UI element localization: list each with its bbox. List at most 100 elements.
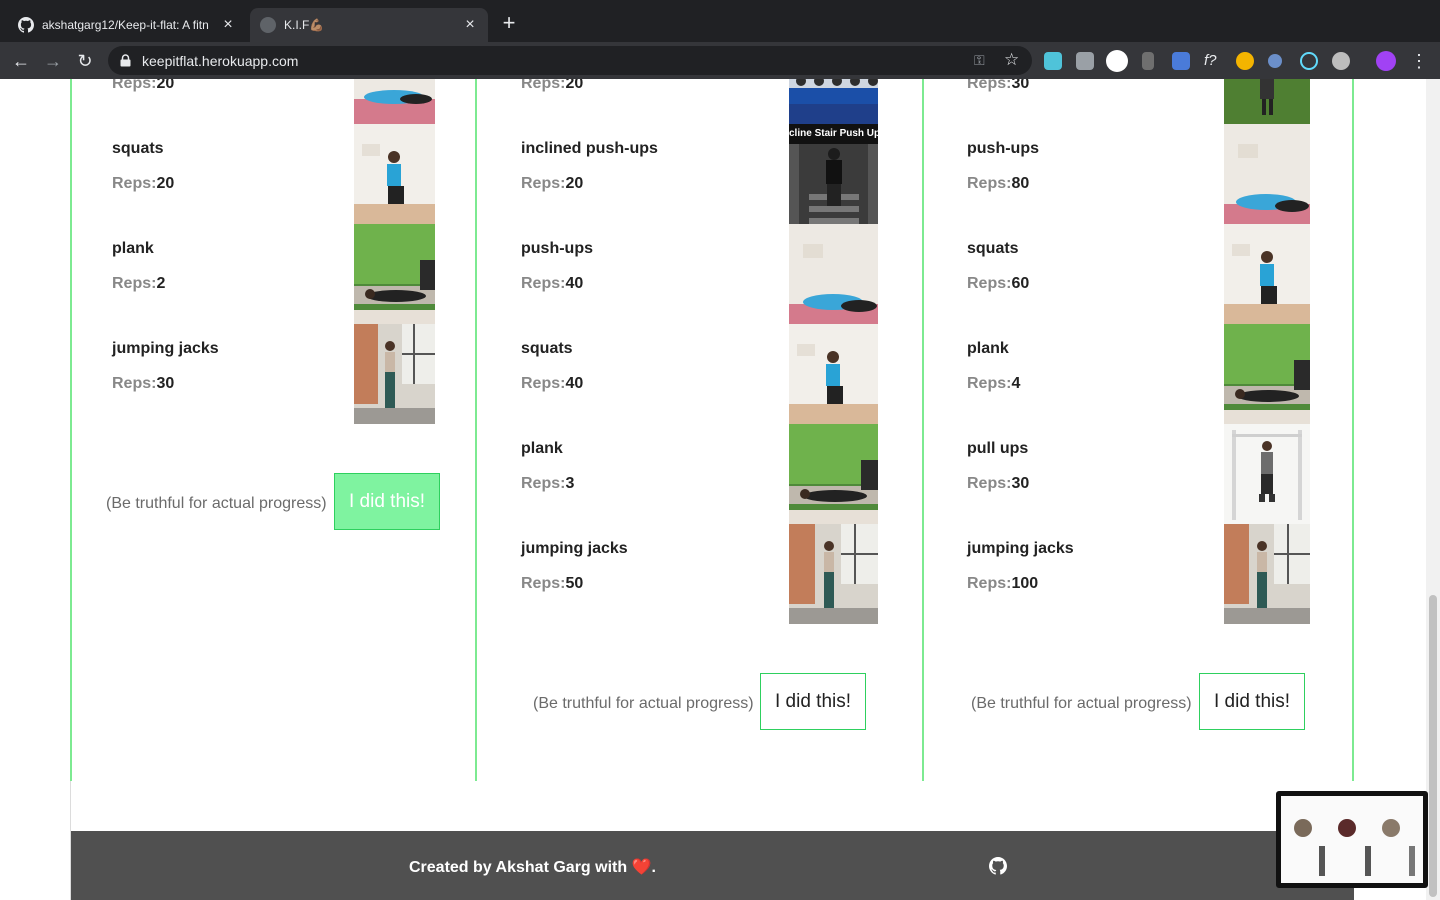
jumping-jacks-image — [354, 324, 435, 424]
reps-label: Reps: — [967, 475, 1012, 492]
scrollbar-thumb[interactable] — [1429, 595, 1437, 897]
squats-image — [789, 324, 878, 424]
plank-image — [1224, 324, 1310, 424]
reps-value: 4 — [1011, 375, 1021, 392]
reps-value: 30 — [1011, 79, 1030, 92]
exercise-name: squats — [967, 240, 1019, 257]
tab-title: akshatgarg12/Keep-it-flat: A fitn — [42, 18, 209, 32]
globe-icon — [260, 17, 276, 33]
extension-icon[interactable] — [1236, 52, 1254, 70]
plank-image — [354, 224, 435, 324]
exercise-item: push-ups Reps:40 — [521, 224, 881, 324]
json-extension-icon[interactable] — [1106, 50, 1128, 72]
address-bar[interactable]: keepitflat.herokuapp.com ⚿ ☆ — [108, 46, 1032, 75]
footer-credit: Created by Akshat Garg with ❤️. — [409, 859, 656, 876]
i-did-this-button[interactable]: I did this! — [760, 673, 866, 730]
page-scrollbar[interactable] — [1426, 79, 1440, 900]
react-devtools-icon[interactable] — [1300, 52, 1318, 70]
reps-label: Reps: — [967, 175, 1012, 192]
workout-column-3: Reps:30 push-ups Reps:80 squats Reps:60 … — [922, 79, 1354, 781]
reps-label: Reps: — [521, 79, 566, 92]
extension-icon[interactable] — [1142, 52, 1154, 70]
exercise-item: squats Reps:20 — [112, 124, 437, 224]
reps-label: Reps: — [521, 375, 566, 392]
close-icon[interactable]: × — [462, 17, 478, 33]
reps-value: 20 — [156, 175, 175, 192]
browser-tabbar: akshatgarg12/Keep-it-flat: A fitn × K.I.… — [0, 0, 1440, 42]
plank-image — [789, 424, 878, 524]
forward-icon[interactable]: → — [42, 50, 64, 72]
push-ups-image — [1224, 124, 1310, 224]
exercise-item: inclined push-ups Reps:20 cline Stair Pu… — [521, 124, 881, 224]
push-ups-image — [789, 224, 878, 324]
close-icon[interactable]: × — [220, 17, 236, 33]
exercise-name: inclined push-ups — [521, 140, 658, 157]
exercise-name: squats — [112, 140, 164, 157]
url-text: keepitflat.herokuapp.com — [142, 53, 299, 69]
reps-label: Reps: — [112, 275, 157, 292]
search-extension-icon[interactable] — [1268, 54, 1282, 68]
pen-extension-icon[interactable] — [1076, 52, 1094, 70]
gear-icon[interactable] — [1332, 52, 1350, 70]
reps-value: 100 — [1011, 575, 1039, 592]
exercise-item: squats Reps:40 — [521, 324, 881, 424]
tab-kif[interactable]: K.I.F💪🏽 × — [250, 8, 488, 42]
reload-icon[interactable]: ↻ — [74, 50, 96, 72]
exercise-name: plank — [112, 240, 154, 257]
exercise-item: jumping jacks Reps:30 — [112, 324, 437, 424]
i-did-this-button[interactable]: I did this! — [1199, 673, 1305, 730]
reps-label: Reps: — [521, 575, 566, 592]
exercise-item: plank Reps:3 — [521, 424, 881, 524]
exercise-item: pull ups Reps:30 — [967, 424, 1317, 524]
reps-value: 20 — [156, 79, 175, 92]
exercise-name: push-ups — [521, 240, 593, 257]
workout-column-2: Reps:20 inclined push-ups Reps:20 cline … — [475, 79, 923, 781]
i-did-this-button[interactable]: I did this! — [334, 473, 440, 530]
new-tab-button[interactable]: + — [498, 12, 520, 34]
exercise-name: jumping jacks — [521, 540, 628, 557]
truthful-note: (Be truthful for actual progress) — [971, 695, 1192, 712]
browser-toolbar: ← → ↻ keepitflat.herokuapp.com ⚿ ☆ f? ⋮ — [0, 42, 1440, 79]
pull-ups-image — [1224, 424, 1310, 524]
preview-content — [1281, 796, 1423, 883]
exercise-item: plank Reps:4 — [967, 324, 1317, 424]
avatar[interactable] — [1376, 51, 1396, 71]
jumping-jacks-image — [789, 524, 878, 624]
truthful-note: (Be truthful for actual progress) — [533, 695, 754, 712]
grass-image — [1224, 79, 1310, 124]
workout-column-1: Reps:20 squats Reps:20 plank Reps:2 jump… — [70, 79, 476, 781]
translate-icon[interactable] — [1172, 52, 1190, 70]
push-ups-image — [354, 79, 435, 124]
key-icon[interactable]: ⚿ — [974, 52, 985, 69]
reps-label: Reps: — [967, 375, 1012, 392]
exercise-name: plank — [967, 340, 1009, 357]
reps-label: Reps: — [967, 79, 1012, 92]
reps-value: 50 — [565, 575, 584, 592]
reps-label: Reps: — [521, 275, 566, 292]
footer: Created by Akshat Garg with ❤️. — [71, 831, 1354, 900]
jumping-jacks-image — [1224, 524, 1310, 624]
reps-label: Reps: — [112, 79, 157, 92]
reps-label: Reps: — [967, 575, 1012, 592]
reps-value: 20 — [565, 175, 584, 192]
gym-image — [789, 79, 878, 124]
back-icon[interactable]: ← — [10, 50, 32, 72]
exercise-item: jumping jacks Reps:50 — [521, 524, 881, 624]
extension-icon[interactable] — [1044, 52, 1062, 70]
reps-label: Reps: — [967, 275, 1012, 292]
github-icon[interactable] — [989, 857, 1007, 875]
function-extension-icon[interactable]: f? — [1204, 52, 1222, 70]
tab-title: K.I.F💪🏽 — [284, 18, 325, 32]
reps-value: 2 — [156, 275, 166, 292]
menu-icon[interactable]: ⋮ — [1408, 50, 1430, 72]
exercise-name: plank — [521, 440, 563, 457]
page-preview-thumbnail[interactable] — [1276, 791, 1428, 888]
reps-label: Reps: — [521, 175, 566, 192]
squats-image — [1224, 224, 1310, 324]
bookmark-star-icon[interactable]: ☆ — [1004, 50, 1019, 70]
reps-value: 20 — [565, 79, 584, 92]
tab-github[interactable]: akshatgarg12/Keep-it-flat: A fitn × — [8, 8, 246, 42]
exercise-name: jumping jacks — [967, 540, 1074, 557]
exercise-item: jumping jacks Reps:100 — [967, 524, 1317, 624]
reps-value: 40 — [565, 275, 584, 292]
